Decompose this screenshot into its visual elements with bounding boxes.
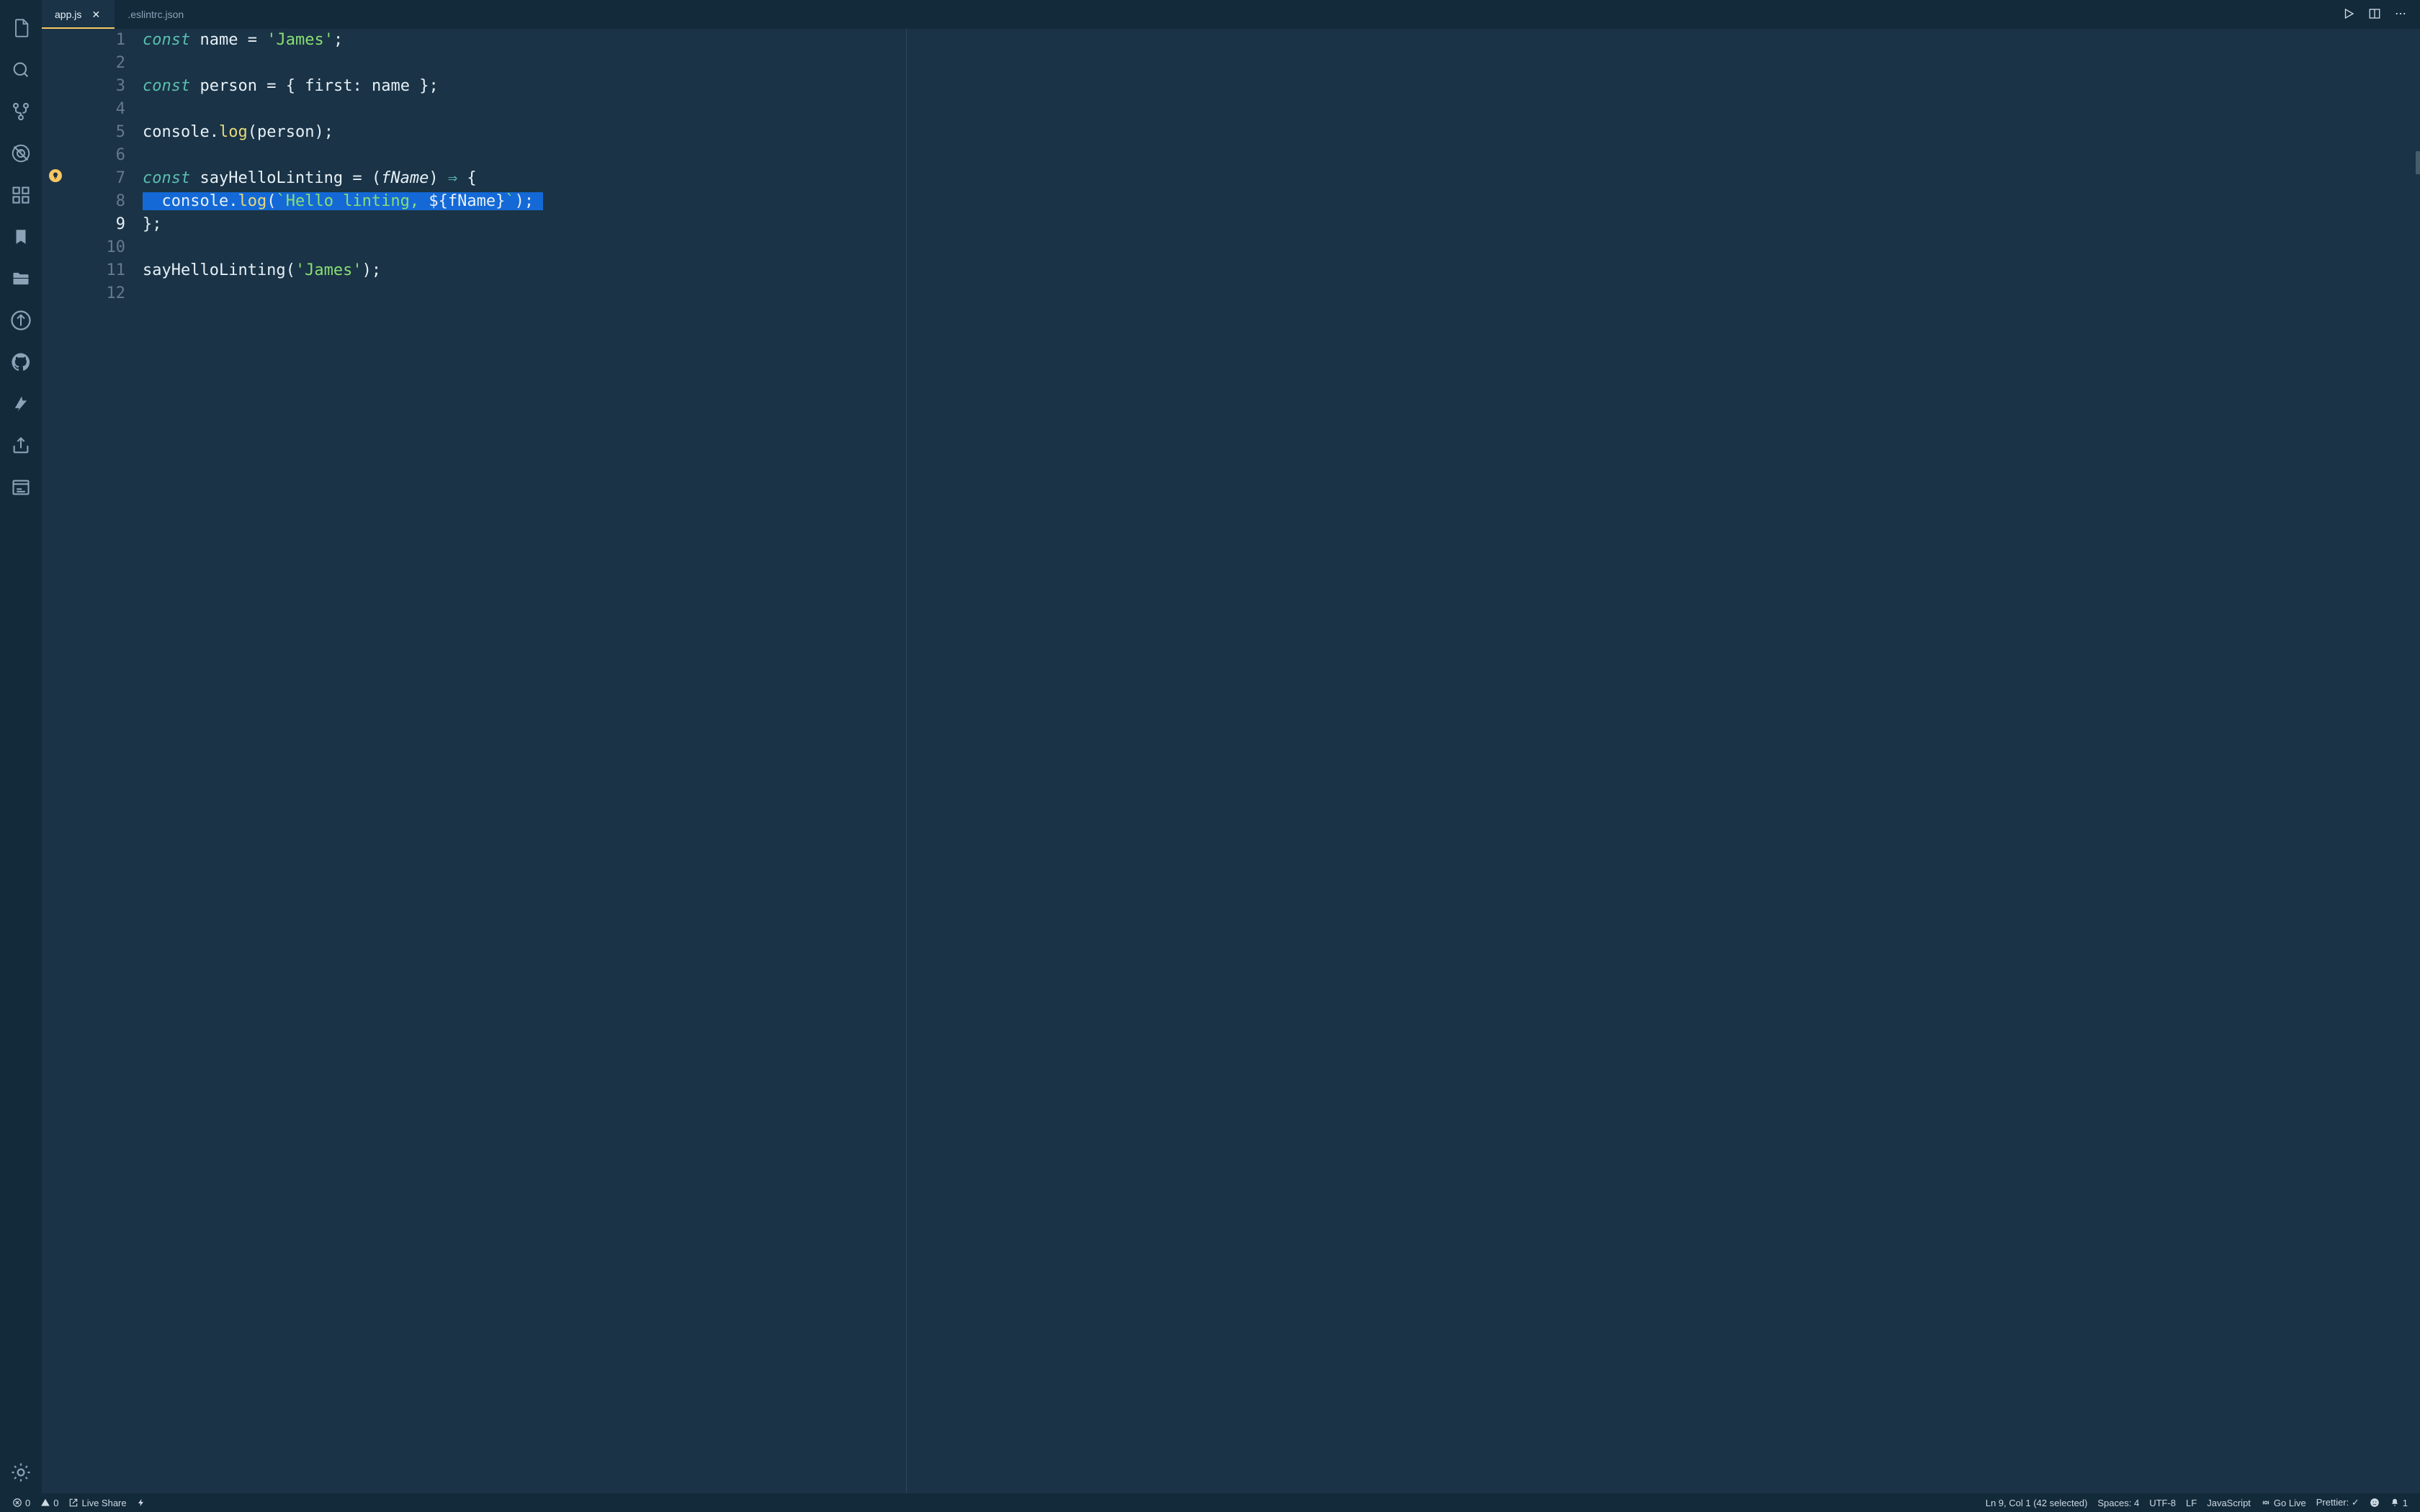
code-line[interactable] — [143, 52, 2420, 75]
source-control-icon[interactable] — [0, 91, 42, 132]
status-indent[interactable]: Spaces: 4 — [2092, 1498, 2144, 1508]
status-live-share-label: Live Share — [81, 1498, 126, 1508]
debug-icon[interactable] — [0, 132, 42, 174]
status-go-live[interactable]: Go Live — [2256, 1498, 2311, 1508]
activity-bar — [0, 0, 42, 1493]
status-quick-action[interactable] — [132, 1493, 151, 1512]
run-icon[interactable] — [2342, 7, 2355, 22]
code-line[interactable]: const name = 'James'; — [143, 29, 2420, 52]
tab-eslintrc[interactable]: .eslintrc.json — [115, 0, 197, 29]
code-editor[interactable]: 123456789101112 const name = 'James';con… — [42, 29, 2420, 1493]
tab-bar: app.js ✕ .eslintrc.json — [42, 0, 2420, 29]
tab-app-js[interactable]: app.js ✕ — [42, 0, 115, 29]
azure-icon[interactable] — [0, 383, 42, 425]
status-language[interactable]: JavaScript — [2202, 1498, 2256, 1508]
status-prettier[interactable]: Prettier: ✓ — [2311, 1497, 2365, 1508]
status-live-share[interactable]: Live Share — [63, 1493, 131, 1512]
search-icon[interactable] — [0, 49, 42, 91]
folder-icon[interactable] — [0, 258, 42, 300]
gutter: 123456789101112 — [42, 29, 143, 1493]
status-cursor[interactable]: Ln 9, Col 1 (42 selected) — [1981, 1498, 2093, 1508]
code-line[interactable]: sayHelloLinting('James'); — [143, 259, 2420, 282]
code-line[interactable] — [143, 282, 2420, 305]
code-line[interactable] — [143, 98, 2420, 121]
share-icon[interactable] — [0, 425, 42, 467]
close-icon[interactable]: ✕ — [90, 9, 102, 21]
git-branch-icon[interactable] — [0, 300, 42, 341]
code-line[interactable]: }; — [143, 213, 2420, 236]
tab-label: app.js — [55, 9, 81, 20]
status-bar: 0 0 Live Share Ln 9, Col 1 (42 selected)… — [0, 1493, 2420, 1512]
code-line[interactable] — [143, 236, 2420, 259]
code-line[interactable]: const sayHelloLinting = (fName) ⇒ { — [143, 167, 2420, 190]
status-errors-count: 0 — [25, 1498, 30, 1508]
status-encoding[interactable]: UTF-8 — [2144, 1498, 2181, 1508]
more-icon[interactable] — [2394, 7, 2407, 22]
browser-preview-icon[interactable] — [0, 467, 42, 508]
status-errors[interactable]: 0 — [7, 1493, 35, 1512]
code-line[interactable]: const person = { first: name }; — [143, 75, 2420, 98]
code-line[interactable]: console.log(person); — [143, 121, 2420, 144]
split-editor-icon[interactable] — [2368, 7, 2381, 22]
files-icon[interactable] — [0, 7, 42, 49]
lightbulb-icon[interactable] — [49, 169, 62, 182]
status-warnings-count: 0 — [53, 1498, 58, 1508]
status-feedback[interactable] — [2365, 1498, 2385, 1508]
status-bell[interactable]: 1 — [2385, 1498, 2413, 1508]
code-line[interactable] — [143, 144, 2420, 167]
status-warnings[interactable]: 0 — [35, 1493, 63, 1512]
gear-icon[interactable] — [0, 1452, 42, 1493]
status-eol[interactable]: LF — [2181, 1498, 2202, 1508]
extensions-icon[interactable] — [0, 174, 42, 216]
tab-label: .eslintrc.json — [127, 9, 184, 20]
code-lines[interactable]: const name = 'James'; const person = { fi… — [143, 29, 2420, 305]
github-icon[interactable] — [0, 341, 42, 383]
code-line[interactable]: console.log(`Hello linting, ${fName}`); — [143, 190, 2420, 213]
bookmark-icon[interactable] — [0, 216, 42, 258]
